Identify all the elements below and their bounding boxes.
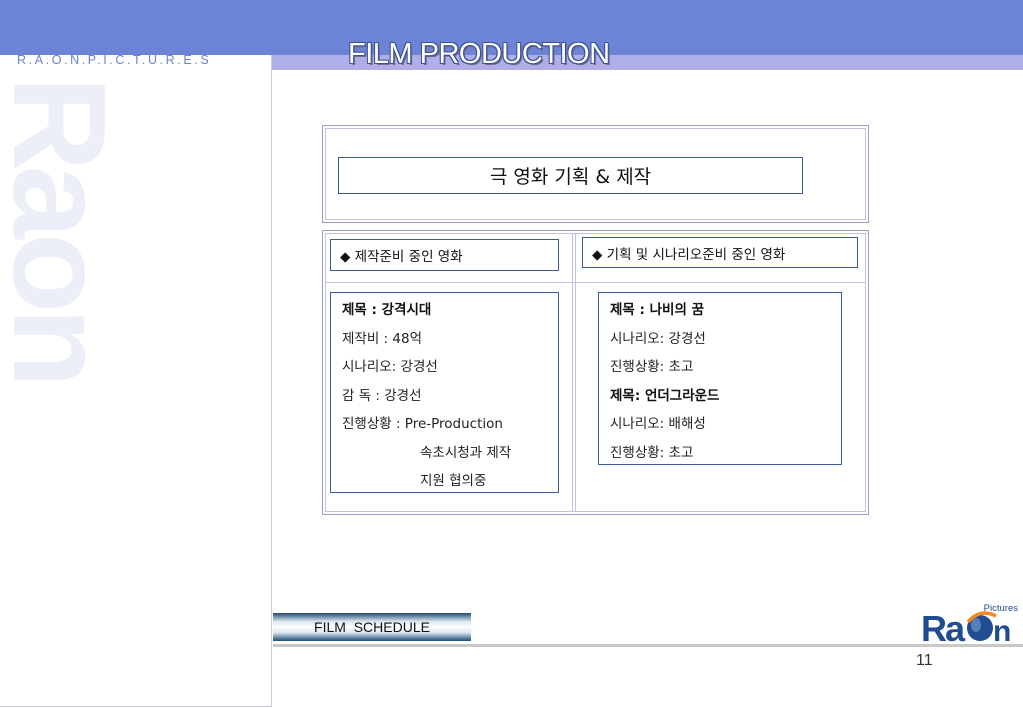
- page-number: 11: [916, 652, 933, 669]
- right-line-scenario-2: 시나리오: 배해성: [610, 416, 706, 432]
- right-line-scenario-1: 시나리오: 강경선: [610, 330, 706, 347]
- left-line-title: 제목 : 강격시대: [342, 302, 432, 318]
- left-line-status-note-2: 지원 협의중: [420, 473, 487, 489]
- left-column-header: ◆ 제작준비 중인 영화: [330, 239, 559, 271]
- film-schedule-tab[interactable]: FILM SCHEDULE: [273, 613, 471, 641]
- right-column-details: 제목 : 나비의 꿈 시나리오: 강경선 진행상황: 초고 제목: 언더그라운드…: [598, 292, 842, 465]
- right-line-title-1: 제목 : 나비의 꿈: [610, 302, 705, 318]
- left-line-scenario: 시나리오: 강경선: [342, 359, 438, 375]
- logo-word-left: Ra: [921, 608, 966, 644]
- film-schedule-label: FILM SCHEDULE: [314, 619, 430, 635]
- left-line-status-note-1: 속초시청과 제작: [420, 444, 512, 461]
- raon-pictures-logo: Pictures Ra n: [921, 603, 1018, 644]
- raon-watermark-text: Raon: [6, 76, 124, 382]
- right-column-header: ◆ 기획 및 시나리오준비 중인 영화: [582, 237, 858, 268]
- left-column-details: 제목 : 강격시대 제작비 : 48억 시나리오: 강경선 감 독 : 강경선 …: [330, 292, 559, 493]
- logo-word-right: n: [993, 615, 1011, 644]
- right-line-status-2: 진행상황: 초고: [610, 444, 694, 461]
- brand-text: R.A.O.N.P.I.C.T.U.R.E.S: [17, 53, 212, 67]
- page-title: FILM PRODUCTION: [348, 38, 610, 70]
- right-line-status-1: 진행상황: 초고: [610, 359, 694, 375]
- column-divider: [572, 233, 573, 511]
- left-line-status: 진행상황 : Pre-Production: [342, 416, 503, 432]
- column-divider-2: [575, 233, 576, 511]
- row-divider: [325, 282, 865, 283]
- right-line-title-2: 제목: 언더그라운드: [610, 387, 720, 404]
- footer-rule: [273, 644, 1023, 647]
- main-heading: 극 영화 기획 & 제작: [338, 157, 803, 194]
- left-line-budget: 제작비 : 48억: [342, 330, 422, 347]
- raon-watermark: Raon: [6, 76, 124, 382]
- left-line-director: 감 독 : 강경선: [342, 387, 422, 404]
